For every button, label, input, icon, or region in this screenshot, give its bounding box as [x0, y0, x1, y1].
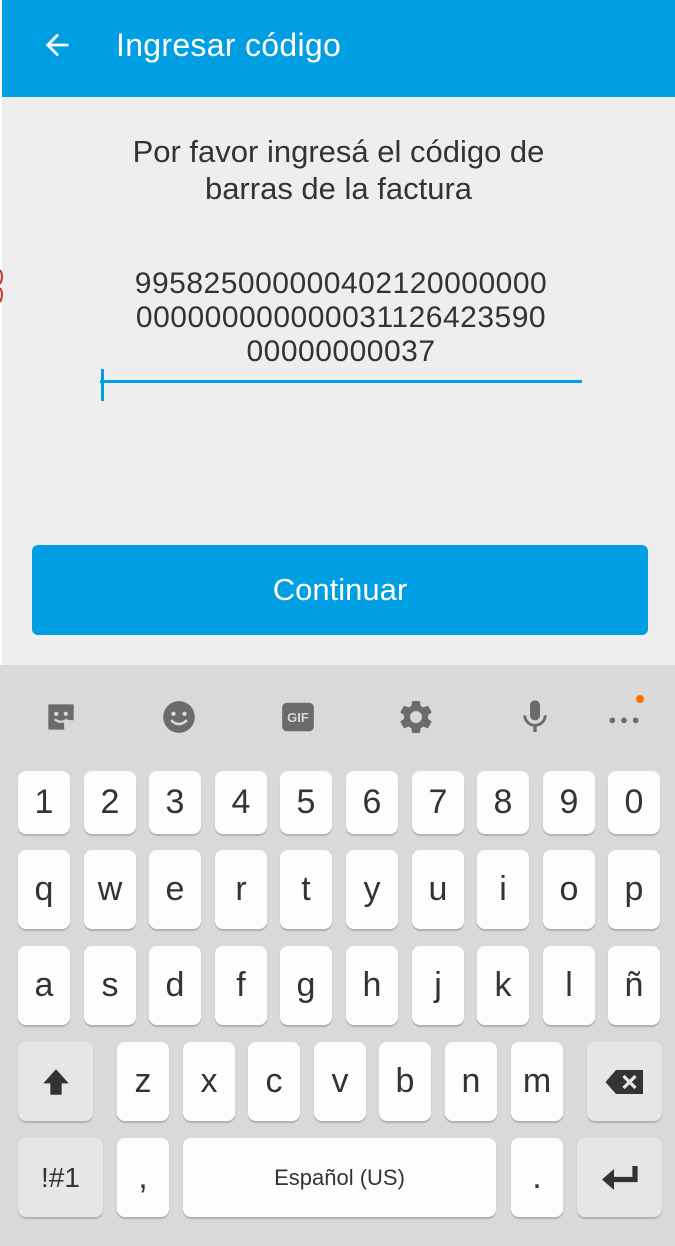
period-key[interactable]: .	[511, 1138, 563, 1217]
shift-icon	[42, 1068, 69, 1095]
instruction-text: Por favor ingresá el código de barras de…	[2, 133, 675, 207]
barcode-line-3: 00000000037	[246, 335, 436, 368]
app-bar: Ingresar código	[2, 0, 675, 97]
page-title: Ingresar código	[116, 27, 342, 63]
letter-key[interactable]: w	[84, 850, 136, 929]
emoji-button[interactable]	[157, 695, 201, 739]
letter-key[interactable]: c	[248, 1042, 300, 1121]
letter-key[interactable]: y	[346, 850, 398, 929]
main-content: Por favor ingresá el código de barras de…	[2, 97, 675, 665]
text-caret	[101, 369, 104, 401]
letter-key[interactable]: u	[412, 850, 464, 929]
sticker-button[interactable]	[39, 695, 83, 739]
letter-key[interactable]: n	[445, 1042, 497, 1121]
number-key[interactable]: 6	[346, 771, 398, 834]
letter-key[interactable]: t	[280, 850, 332, 929]
keyboard-toolbar: GIF	[0, 665, 675, 765]
input-underline	[100, 380, 582, 383]
mic-button[interactable]	[513, 695, 557, 739]
barcode-line-3-wrap: 00000000037	[100, 335, 582, 401]
sticker-icon	[48, 704, 74, 730]
number-key[interactable]: 7	[412, 771, 464, 834]
letter-key[interactable]: z	[117, 1042, 169, 1121]
barcode-line-2: 000000000000031126423590	[135, 301, 547, 334]
enter-key[interactable]	[577, 1138, 662, 1217]
emoji-icon	[163, 701, 195, 733]
letter-key[interactable]: d	[149, 946, 201, 1025]
letter-key[interactable]: m	[511, 1042, 563, 1121]
barcode-line-1: 995825000000402120000000	[134, 267, 548, 300]
letter-key[interactable]: i	[477, 850, 529, 929]
gif-button[interactable]: GIF	[276, 695, 320, 739]
letter-key[interactable]: f	[215, 946, 267, 1025]
letter-key[interactable]: r	[215, 850, 267, 929]
enter-icon	[601, 1165, 638, 1190]
more-button[interactable]	[602, 695, 646, 739]
letter-key[interactable]: b	[379, 1042, 431, 1121]
number-key[interactable]: 8	[477, 771, 529, 834]
number-key[interactable]: 2	[84, 771, 136, 834]
continue-button[interactable]: Continuar	[32, 545, 648, 635]
letter-key[interactable]: e	[149, 850, 201, 929]
shift-key[interactable]	[18, 1042, 93, 1121]
letter-key[interactable]: p	[608, 850, 660, 929]
number-key[interactable]: 1	[18, 771, 70, 834]
letter-key[interactable]: v	[314, 1042, 366, 1121]
letter-key[interactable]: h	[346, 946, 398, 1025]
letter-key[interactable]: j	[412, 946, 464, 1025]
letter-key[interactable]: o	[543, 850, 595, 929]
letter-key[interactable]: g	[280, 946, 332, 1025]
letter-key[interactable]: ñ	[608, 946, 660, 1025]
arrow-back-icon	[45, 33, 69, 57]
instruction-line-1: Por favor ingresá el código de	[132, 134, 545, 169]
back-button[interactable]	[26, 14, 88, 76]
letter-key[interactable]: s	[84, 946, 136, 1025]
symbols-key[interactable]: !#1	[18, 1138, 103, 1217]
letter-key[interactable]: l	[543, 946, 595, 1025]
instruction-line-2: barras de la factura	[204, 171, 473, 206]
barcode-input[interactable]: 995825000000402120000000 000000000000031…	[100, 267, 582, 401]
number-key[interactable]: 0	[608, 771, 660, 834]
settings-button[interactable]	[394, 695, 438, 739]
number-key[interactable]: 5	[280, 771, 332, 834]
letter-key[interactable]: q	[18, 850, 70, 929]
letter-key[interactable]: x	[183, 1042, 235, 1121]
letter-key[interactable]: a	[18, 946, 70, 1025]
backspace-key[interactable]	[587, 1042, 662, 1121]
number-key[interactable]: 9	[543, 771, 595, 834]
mic-icon	[523, 700, 547, 732]
number-key[interactable]: 4	[215, 771, 267, 834]
notification-dot	[636, 695, 644, 703]
edge-mark	[0, 269, 3, 303]
backspace-icon	[605, 1069, 643, 1094]
more-icon	[609, 717, 639, 724]
gif-label: GIF	[287, 709, 309, 725]
settings-icon	[400, 700, 432, 733]
comma-key[interactable]: ,	[117, 1138, 169, 1217]
letter-key[interactable]: k	[477, 946, 529, 1025]
space-key[interactable]: Español (US)	[183, 1138, 496, 1217]
keyboard: GIF 1234567890 qwertyuiop asdfghjklñ zxcvbn…	[0, 665, 675, 1246]
number-key[interactable]: 3	[149, 771, 201, 834]
